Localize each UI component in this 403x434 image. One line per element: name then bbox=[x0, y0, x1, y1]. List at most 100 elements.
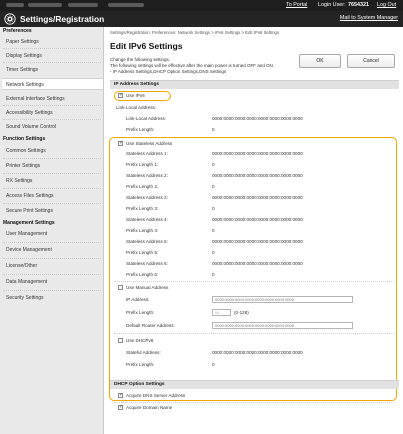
stateless-prefix-6-label: Prefix Length 6: bbox=[126, 272, 159, 277]
ip-address-settings-heading: IP Address Settings bbox=[110, 80, 399, 89]
blurred-breadcrumb-segment bbox=[68, 3, 98, 7]
login-user-label: Login User: bbox=[318, 2, 346, 8]
portal-link[interactable]: To Portal bbox=[286, 2, 307, 8]
stateless-address-2-value: 0000:0000:0000:0000:0000:0000:0000:0000 bbox=[212, 173, 303, 178]
default-router-address-input[interactable] bbox=[212, 322, 353, 329]
manual-prefix-length-label: Prefix Length: bbox=[126, 310, 155, 315]
stateless-address-4-value: 0000:0000:0000:0000:0000:0000:0000:0000 bbox=[212, 217, 303, 222]
ok-button[interactable]: OK bbox=[299, 54, 341, 68]
use-manual-address-label: Use Manual Address bbox=[126, 285, 169, 290]
sidebar-item-common-settings[interactable]: Common Settings bbox=[6, 145, 98, 157]
stateful-prefix-length-value: 0 bbox=[212, 362, 215, 367]
sidebar-divider bbox=[3, 274, 101, 275]
link-local-address-value: 0000:0000:0000:0000:0000:0000:0000:0000 bbox=[212, 116, 303, 121]
manual-prefix-length-input[interactable] bbox=[212, 309, 231, 316]
sidebar: Preferences Paper Settings Display Setti… bbox=[0, 27, 104, 434]
stateless-prefix-1-label: Prefix Length 1: bbox=[126, 162, 159, 167]
stateless-address-2-label: Stateless Address 2: bbox=[126, 173, 168, 178]
manual-prefix-range: (0-128) bbox=[234, 310, 249, 315]
sidebar-item-printer-settings[interactable]: Printer Settings bbox=[6, 160, 98, 172]
stateless-address-6-value: 0000:0000:0000:0000:0000:0000:0000:0000 bbox=[212, 261, 303, 266]
sidebar-item-paper-settings[interactable]: Paper Settings bbox=[6, 36, 98, 48]
blurred-breadcrumb-segment bbox=[28, 3, 62, 7]
sidebar-item-license-other[interactable]: License/Other bbox=[6, 260, 98, 272]
sidebar-item-network-settings[interactable]: Network Settings bbox=[2, 78, 103, 90]
sidebar-item-access-files-settings[interactable]: Access Files Settings bbox=[6, 190, 98, 202]
mail-system-manager-link[interactable]: Mail to System Manager bbox=[340, 15, 398, 21]
use-manual-address-checkbox[interactable] bbox=[118, 285, 123, 290]
use-dhcpv6-label: Use DHCPv6 bbox=[126, 338, 154, 343]
sidebar-item-secure-print-settings[interactable]: Secure Print Settings bbox=[6, 205, 98, 217]
cancel-button[interactable]: Cancel bbox=[347, 54, 395, 68]
sidebar-item-rx-settings[interactable]: RX Settings bbox=[6, 175, 98, 187]
sidebar-item-timer-settings[interactable]: Timer Settings bbox=[6, 64, 98, 76]
stateful-address-value: 0000:0000:0000:0000:0000:0000:0000:0000 bbox=[212, 350, 303, 355]
stateless-prefix-2-value: 0 bbox=[212, 184, 215, 189]
app-header: Settings/Registration Mail to System Man… bbox=[0, 11, 403, 27]
stateless-prefix-3-label: Prefix Length 3: bbox=[126, 206, 159, 211]
stateless-prefix-3-value: 0 bbox=[212, 206, 215, 211]
link-local-heading: Link-Local Address: bbox=[116, 105, 157, 110]
use-stateless-address-checkbox[interactable] bbox=[118, 140, 123, 146]
use-ipv6-checkbox[interactable] bbox=[118, 92, 123, 98]
stateless-prefix-6-value: 0 bbox=[212, 272, 215, 277]
stateless-address-5-value: 0000:0000:0000:0000:0000:0000:0000:0000 bbox=[212, 239, 303, 244]
use-dhcpv6-checkbox[interactable] bbox=[118, 338, 123, 343]
stateless-prefix-2-label: Prefix Length 2: bbox=[126, 184, 159, 189]
sidebar-divider bbox=[3, 290, 101, 291]
stateless-address-5-label: Stateless Address 5: bbox=[126, 239, 168, 244]
sidebar-divider bbox=[3, 105, 101, 106]
ip-address-label: IP Address: bbox=[126, 297, 150, 302]
sidebar-item-user-management[interactable]: User Management bbox=[6, 228, 98, 240]
note-line: Change the following settings. bbox=[110, 57, 171, 62]
stateless-prefix-5-label: Prefix Length 5: bbox=[126, 250, 159, 255]
stateless-prefix-5-value: 0 bbox=[212, 250, 215, 255]
sidebar-heading-management: Management Settings bbox=[3, 220, 55, 226]
sidebar-divider bbox=[3, 258, 101, 259]
sidebar-divider bbox=[3, 242, 101, 243]
note-line: - IP Address Settings,DHCP Option Settin… bbox=[110, 69, 227, 74]
logout-link[interactable]: Log Out bbox=[377, 2, 396, 8]
sidebar-heading-preferences: Preferences bbox=[3, 28, 32, 34]
divider bbox=[114, 333, 394, 334]
stateless-address-3-label: Stateless Address 3: bbox=[126, 195, 168, 200]
stateless-address-6-label: Stateless Address 6: bbox=[126, 261, 168, 266]
sidebar-item-device-management[interactable]: Device Management bbox=[6, 244, 98, 256]
divider bbox=[114, 281, 394, 282]
stateless-prefix-1-value: 0 bbox=[212, 162, 215, 167]
breadcrumb: Settings/Registration: Preferences: Netw… bbox=[110, 30, 280, 35]
sidebar-item-external-interface-settings[interactable]: External Interface Settings bbox=[6, 93, 98, 105]
prefix-length-value: 0 bbox=[212, 127, 215, 132]
blurred-breadcrumb-segment bbox=[6, 3, 24, 7]
sidebar-divider bbox=[3, 173, 101, 174]
main-content: Settings/Registration: Preferences: Netw… bbox=[104, 27, 403, 434]
blurred-breadcrumb-segment bbox=[108, 3, 144, 7]
use-stateless-address-label: Use Stateless Address bbox=[126, 141, 173, 146]
login-user-value: 7654321 bbox=[348, 2, 369, 8]
sidebar-item-display-settings[interactable]: Display Settings bbox=[6, 50, 98, 62]
sidebar-heading-function: Function Settings bbox=[3, 136, 46, 142]
stateless-prefix-4-label: Prefix Length 4: bbox=[126, 228, 159, 233]
stateless-address-1-value: 0000:0000:0000:0000:0000:0000:0000:0000 bbox=[212, 151, 303, 156]
sidebar-item-accessibility-settings[interactable]: Accessibility Settings bbox=[6, 107, 98, 119]
top-bar: To Portal Login User: 7654321 Log Out bbox=[0, 0, 403, 11]
ip-address-input[interactable] bbox=[212, 296, 353, 303]
stateless-prefix-4-value: 0 bbox=[212, 228, 215, 233]
gear-icon bbox=[4, 13, 16, 25]
divider bbox=[114, 402, 394, 403]
default-router-address-label: Default Router Address: bbox=[126, 323, 175, 328]
use-ipv6-label: Use IPv6 bbox=[126, 93, 145, 98]
sidebar-divider bbox=[3, 48, 101, 49]
stateless-address-3-value: 0000:0000:0000:0000:0000:0000:0000:0000 bbox=[212, 195, 303, 200]
acquire-dns-server-address-checkbox[interactable] bbox=[118, 392, 123, 398]
acquire-domain-name-checkbox[interactable] bbox=[118, 404, 123, 410]
sidebar-item-data-management[interactable]: Data Management bbox=[6, 276, 98, 288]
acquire-dns-server-address-label: Acquire DNS Server Address bbox=[126, 393, 186, 398]
sidebar-item-security-settings[interactable]: Security Settings bbox=[6, 292, 98, 304]
sidebar-item-sound-volume-control[interactable]: Sound Volume Control bbox=[6, 121, 98, 133]
sidebar-divider bbox=[3, 62, 101, 63]
acquire-domain-name-label: Acquire Domain Name bbox=[126, 405, 173, 410]
stateful-prefix-length-label: Prefix Length: bbox=[126, 362, 155, 367]
stateless-address-1-label: Stateless Address 1: bbox=[126, 151, 168, 156]
dhcp-option-settings-heading: DHCP Option Settings bbox=[110, 380, 399, 389]
